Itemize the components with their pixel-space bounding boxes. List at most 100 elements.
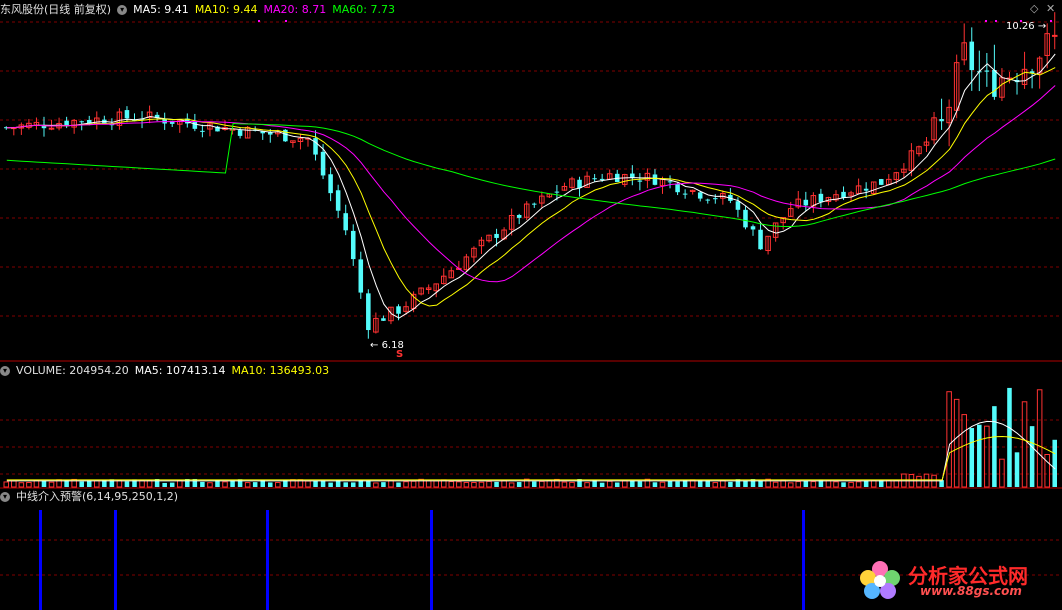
volume-bar <box>222 481 228 488</box>
volume-bar <box>977 424 982 487</box>
volume-bar <box>471 481 477 488</box>
volume-bar <box>396 482 401 487</box>
candle-body <box>667 181 673 183</box>
volume-bar <box>969 428 975 487</box>
volume-bar <box>268 482 273 487</box>
volume-bar <box>328 482 333 487</box>
volume-bar <box>599 482 605 487</box>
candle-body <box>124 110 130 119</box>
candle-body <box>630 173 635 178</box>
candle-body <box>878 179 884 185</box>
volume-bar <box>516 482 522 487</box>
volume-bar <box>795 481 802 488</box>
candle-body <box>969 41 975 71</box>
close-icon[interactable]: ✕ <box>1046 2 1055 15</box>
volume-bar <box>561 481 568 488</box>
volume-bar <box>810 481 817 488</box>
volume-bar <box>162 482 167 487</box>
volume-bar <box>961 414 967 488</box>
candle-body <box>350 230 356 260</box>
candle-body <box>713 198 718 200</box>
volume-bar <box>463 481 470 488</box>
volume-bar <box>833 481 839 488</box>
ma60-readout: MA60: 7.73 <box>332 3 395 16</box>
indicator-title: 中线介入预警(6,14,95,250,1,2) <box>16 490 179 503</box>
candle-body <box>358 259 364 293</box>
candle-body <box>697 192 703 199</box>
candle-body <box>735 201 741 210</box>
candle-body <box>758 229 763 250</box>
volume-bar <box>494 481 499 487</box>
indicator-panel-header: ▾ 中线介入预警(6,14,95,250,1,2) <box>0 489 184 505</box>
kline-chart[interactable] <box>0 0 1062 610</box>
candle-body <box>328 174 333 194</box>
signal-bar <box>114 510 117 610</box>
volume-bar <box>456 481 462 488</box>
candle-body <box>79 121 84 123</box>
volume-bar <box>772 481 779 488</box>
candle-body <box>335 190 341 211</box>
volume-bar <box>478 481 485 488</box>
volume-bar <box>425 480 432 488</box>
stock-title[interactable]: 东风股份(日线 前复权) <box>0 3 111 16</box>
ma60-line <box>6 122 1056 227</box>
volume-bar <box>305 480 311 488</box>
volume-bar <box>169 482 175 487</box>
volume-bar <box>539 480 545 488</box>
settings-icon[interactable]: ▾ <box>117 5 128 15</box>
candle-body <box>863 188 869 191</box>
candle-body <box>652 174 658 185</box>
volume-bar <box>313 480 318 487</box>
signal-bar <box>430 510 433 610</box>
candle-body <box>532 203 537 205</box>
volume-bar <box>803 480 809 487</box>
volume-ma5-readout: MA5: 107413.14 <box>134 364 226 377</box>
volume-settings-icon[interactable]: ▾ <box>0 366 10 376</box>
ma5-line <box>6 53 1056 319</box>
main-panel-header: 东风股份(日线 前复权) ▾ MA5: 9.41 MA10: 9.44 MA20: 8.… <box>0 2 401 18</box>
volume-bar <box>252 482 258 487</box>
volume-bar <box>569 481 575 488</box>
volume-bar <box>343 482 348 487</box>
candle-body <box>200 130 205 132</box>
volume-bar <box>841 482 846 487</box>
volume-bar <box>999 458 1005 488</box>
volume-bar <box>18 482 25 488</box>
volume-bar <box>667 480 673 487</box>
candle-body <box>237 130 243 136</box>
high-price-label: 10.26 → <box>1006 21 1047 32</box>
candle-body <box>750 226 756 230</box>
diamond-icon[interactable]: ◇ <box>1030 2 1038 15</box>
signal-dot <box>258 20 260 22</box>
ma5-readout: MA5: 9.41 <box>133 3 189 16</box>
ma10-line <box>6 67 1056 307</box>
signal-dot <box>1050 20 1052 22</box>
volume-bar <box>508 482 515 488</box>
volume-bar <box>916 475 922 488</box>
candle-body <box>192 121 198 129</box>
candle-body <box>381 318 386 321</box>
volume-bar <box>848 481 854 488</box>
candle-body <box>313 138 318 155</box>
candle-body <box>343 213 348 231</box>
volume-bar <box>486 480 492 488</box>
candle-body <box>48 127 55 130</box>
indicator-settings-icon[interactable]: ▾ <box>0 492 10 502</box>
signal-bar <box>39 510 42 610</box>
volume-bar <box>207 482 213 488</box>
volume-bar <box>410 480 417 488</box>
volume-bar <box>652 482 658 487</box>
volume-bar <box>992 406 997 487</box>
candle-body <box>984 70 990 72</box>
volume-bar <box>825 480 832 488</box>
volume-bar <box>855 481 862 488</box>
sell-signal-marker: S <box>396 349 404 360</box>
volume-bar <box>350 482 356 487</box>
candle-body <box>939 119 944 122</box>
volume-bar <box>244 482 251 488</box>
ma20-line <box>6 85 1056 283</box>
candle-body <box>396 306 401 314</box>
candle-body <box>554 191 560 193</box>
flower-icon <box>860 561 900 599</box>
volume-bar <box>614 482 620 487</box>
